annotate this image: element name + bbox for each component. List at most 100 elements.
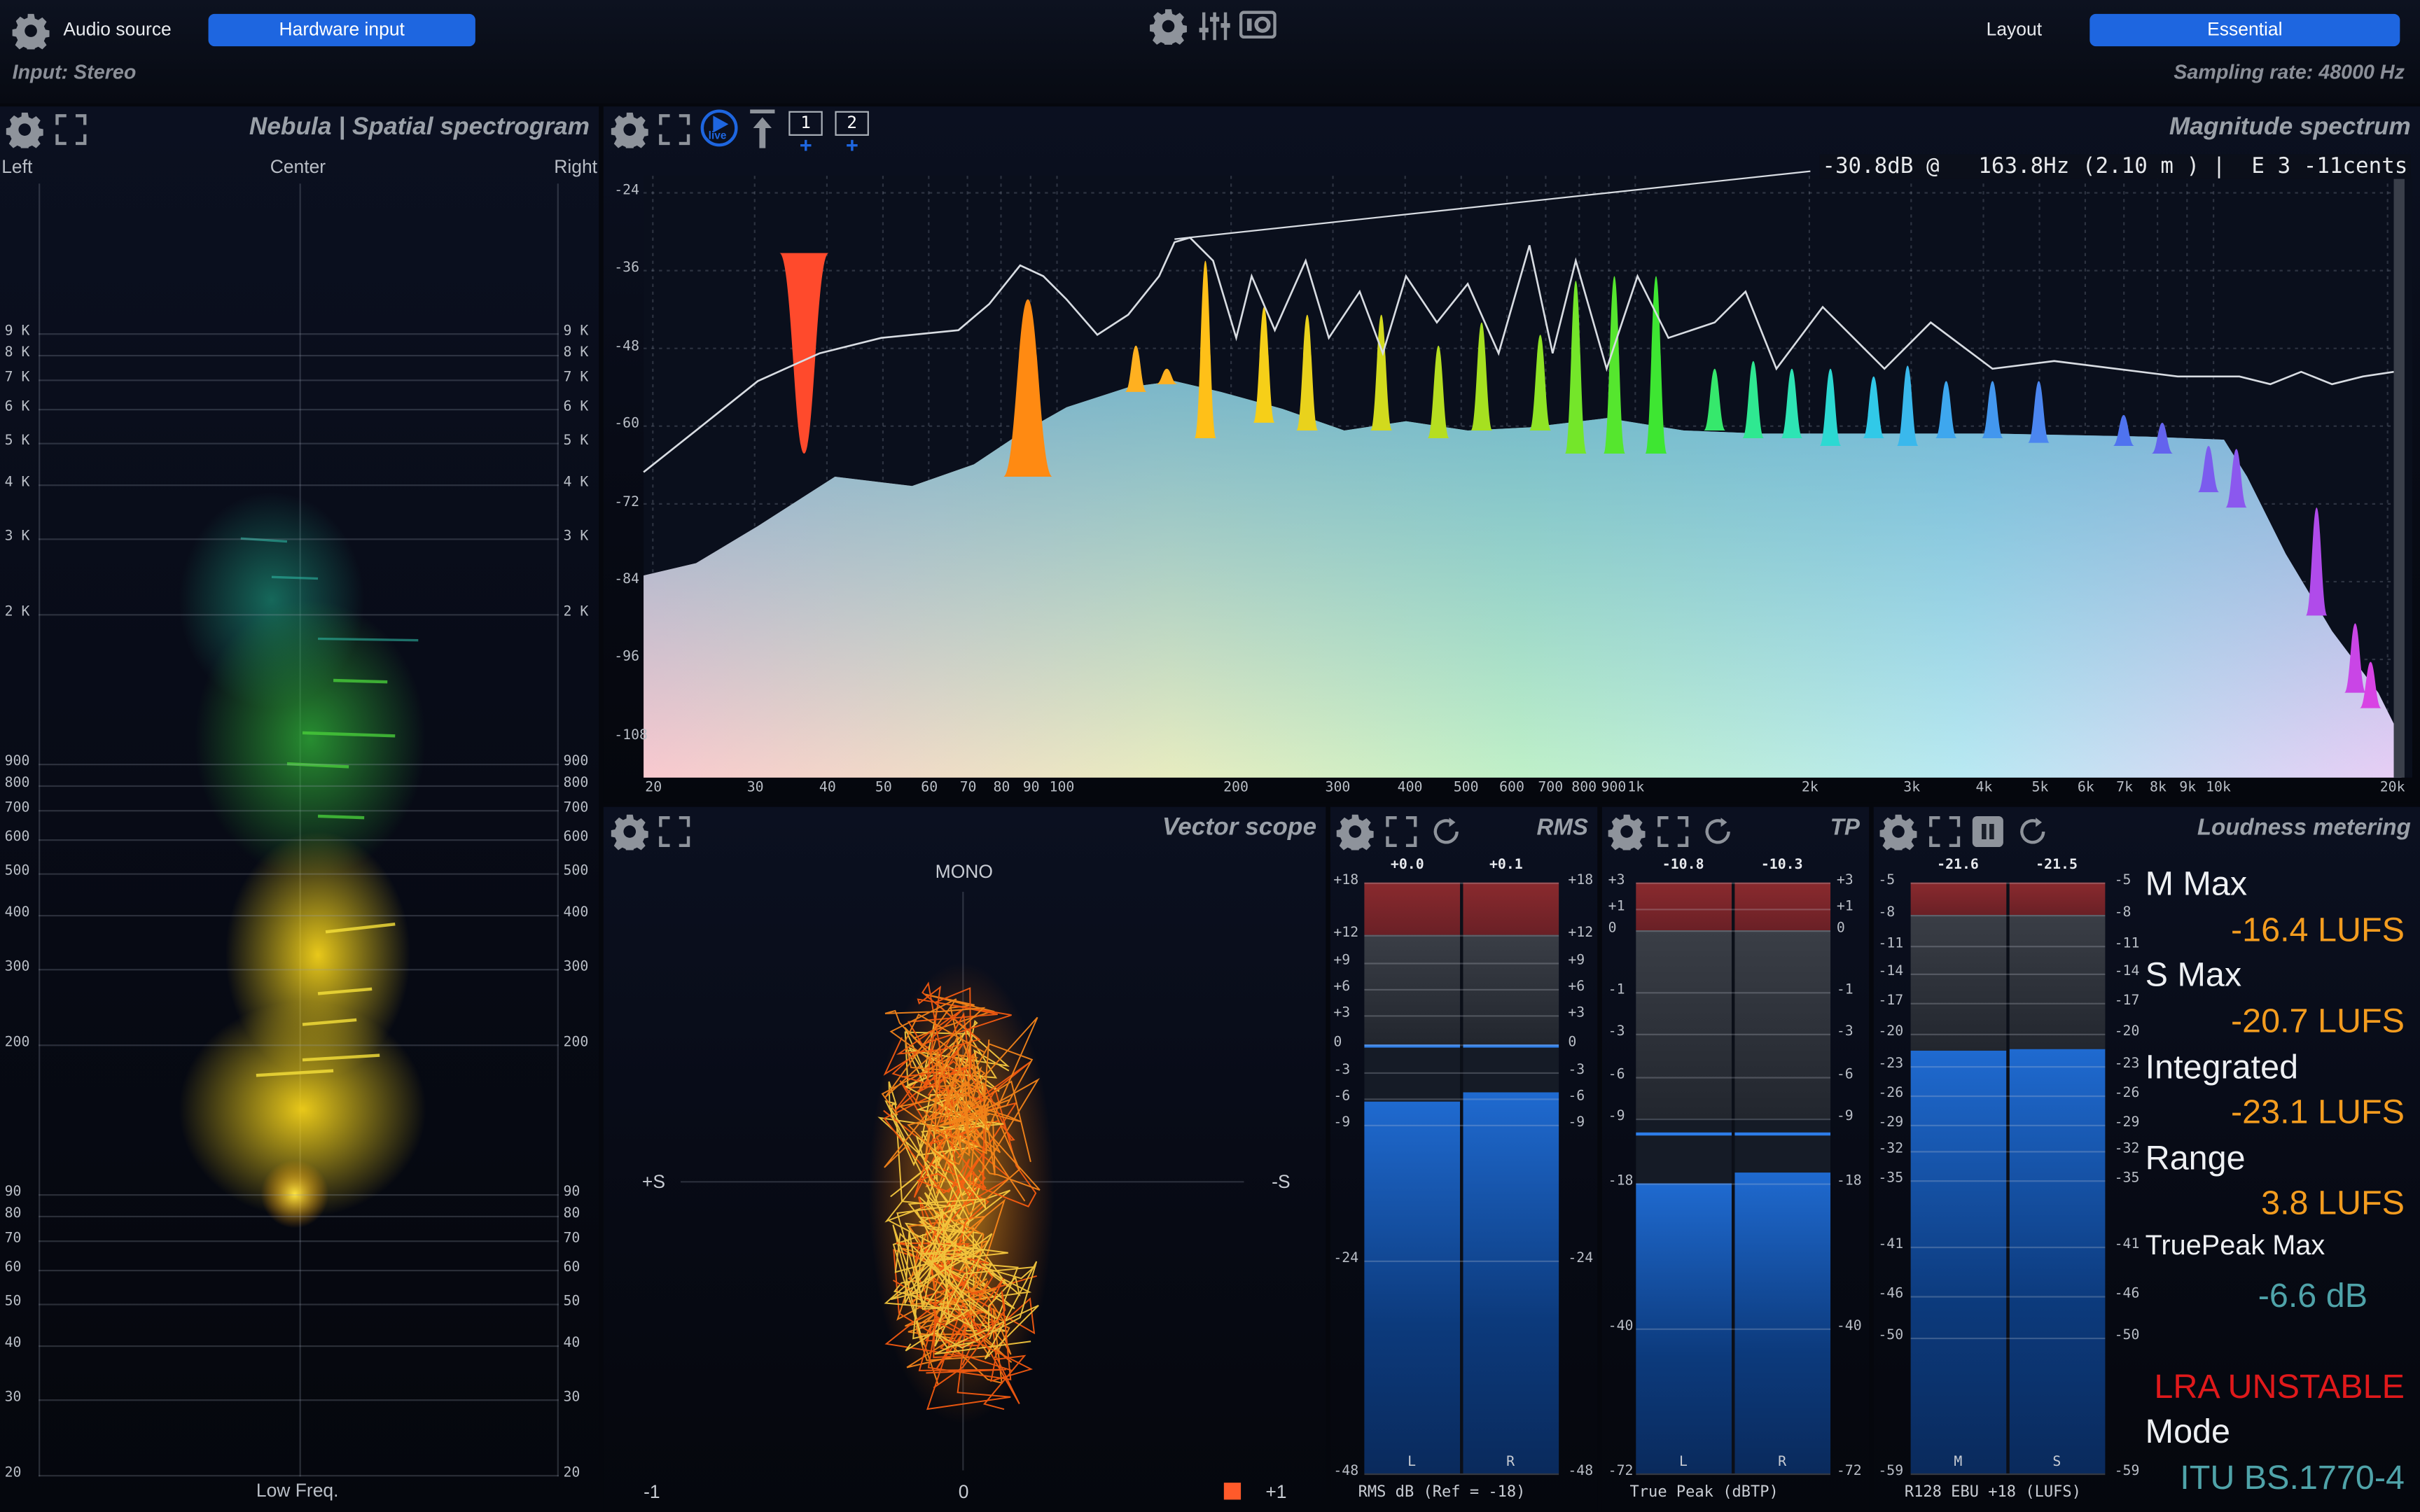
mode-label: Mode (2145, 1411, 2231, 1450)
meter-scale-left: -11 (1878, 937, 1904, 953)
meter-grid-line (1364, 1044, 1559, 1047)
vectorscope-plot (680, 891, 1244, 1500)
meter-bar-right (2009, 1049, 2106, 1474)
spectrum-x-tick: 700 (1538, 780, 1564, 797)
nebula-grid-line (39, 1044, 559, 1046)
nebula-center-label: Center (270, 155, 326, 178)
meter-scale-left: -6 (1608, 1068, 1625, 1084)
nebula-freq-label-right: 70 (563, 1231, 580, 1247)
m-max-label: M Max (2145, 864, 2248, 903)
nebula-freq-label-left: 3 K (4, 528, 30, 545)
meter-scale-left: -14 (1878, 965, 1904, 981)
integrated-value: -23.1 LUFS (2230, 1092, 2405, 1131)
nebula-freq-label-right: 60 (563, 1260, 580, 1276)
nebula-settings-icon[interactable] (6, 111, 43, 148)
meter-scale-right: -17 (2114, 993, 2140, 1009)
meter-scale-left: -23 (1878, 1056, 1904, 1072)
meter-grid-line (1364, 962, 1559, 964)
meter-scale-right: +6 (1568, 979, 1585, 995)
meter-scale-right: -50 (2114, 1328, 2140, 1344)
meter-scale-right: -18 (1836, 1175, 1862, 1191)
nebula-freq-label-right: 3 K (563, 528, 589, 545)
nebula-left-label: Left (1, 155, 33, 178)
nebula-grid-line (39, 1475, 559, 1477)
meter-scale-left: -24 (1333, 1251, 1359, 1267)
meter-scale-left: -48 (1333, 1464, 1359, 1480)
spectrum-x-tick: 20 (645, 780, 662, 797)
meter-scale-right: -8 (2114, 905, 2132, 921)
meter-scale-left: +12 (1333, 926, 1359, 942)
nebula-freq-label-left: 200 (4, 1035, 30, 1051)
meter-scale-left: +6 (1333, 979, 1351, 995)
meter-scale-left: -9 (1333, 1115, 1351, 1131)
layout-dropdown[interactable]: Essential (2089, 13, 2400, 47)
meter-scale-left: -32 (1878, 1142, 1904, 1158)
meter-scale-right: -32 (2114, 1142, 2140, 1158)
meter-peak-left: +0.0 (1390, 858, 1424, 874)
nebula-freq-label-right: 7 K (563, 370, 589, 386)
meter-grid-line (1364, 1124, 1559, 1127)
meter-grid-line (1364, 1071, 1559, 1074)
meter-grid-line (1636, 1119, 1831, 1121)
meter-scale-left: -8 (1878, 905, 1896, 921)
meter-scale-right: -3 (1568, 1062, 1585, 1078)
spectrum-x-tick: 900 (1601, 780, 1627, 797)
nebula-freq-label-right: 200 (563, 1035, 589, 1051)
meter-peak-right: +0.1 (1489, 858, 1523, 874)
nebula-grid-line (39, 614, 559, 616)
meter-channel-left: L (1679, 1455, 1688, 1471)
spectrum-x-tick: 60 (921, 780, 938, 797)
audio-source-dropdown[interactable]: Hardware input (208, 13, 475, 47)
meter-scale-left: -72 (1608, 1464, 1634, 1480)
meter-scale-right: -14 (2114, 965, 2140, 981)
m-max-value: -16.4 LUFS (2230, 910, 2405, 949)
meter-scale-left: -1 (1608, 982, 1625, 998)
spectrum-x-tick: 100 (1049, 780, 1075, 797)
nebula-spectrogram (179, 492, 426, 1228)
meter-scale-right: -9 (1568, 1115, 1585, 1131)
spectrum-x-tick: 1k (1627, 780, 1645, 797)
nebula-grid-line (39, 1303, 559, 1306)
nebula-freq-label-left: 400 (4, 905, 30, 921)
nebula-expand-icon[interactable] (54, 113, 88, 146)
meter-scale-right: -9 (1836, 1110, 1854, 1126)
mixer-sliders-icon[interactable] (1197, 9, 1231, 43)
meter-scale-left: +1 (1608, 899, 1625, 916)
meter-grid-line (1910, 1181, 2106, 1183)
meter-footer: R128 EBU +18 (LUFS) (1904, 1484, 2081, 1502)
meter-grid-line (1910, 974, 2106, 976)
meter-scale-left: -50 (1878, 1328, 1904, 1344)
spectrum-x-tick: 200 (1223, 780, 1249, 797)
nebula-freq-label-right: 90 (563, 1184, 580, 1200)
nebula-grid-line (39, 839, 559, 841)
sampling-rate: Sampling rate: 48000 Hz (2174, 59, 2405, 84)
nebula-freq-label-right: 50 (563, 1294, 580, 1310)
rms-panel: RMS +18 +18 +12 +12 +9 +9 +6 +6 +3 +3 0 0 -3 -3 -6 -6 -9… (1330, 806, 1598, 1512)
spectrum-y-tick: -108 (614, 727, 648, 743)
meter-scale-right: -6 (1568, 1088, 1585, 1105)
meter-channel-left: L (1407, 1455, 1417, 1471)
global-settings-icon[interactable] (1150, 8, 1187, 45)
meter-peak-right: -10.3 (1760, 858, 1803, 874)
io-icon[interactable] (1239, 10, 1277, 39)
meter-divider (2006, 882, 2010, 1474)
truepeak-max-value: -6.6 dB (2258, 1275, 2368, 1315)
tp-meter: +3 +3 +1 +1 0 0 -1 -1 -3 -3 -6 -6 -9 -9 -18 -18 -40 -40 -7… (1602, 807, 1869, 1512)
meter-grid-line (1910, 1337, 2106, 1339)
meter-grid-line (1636, 1329, 1831, 1331)
meter-grid-line (1364, 935, 1559, 937)
nebula-grid-line (39, 408, 559, 411)
spectrum-y-tick: -48 (614, 339, 640, 355)
spectrum-x-tick: 70 (959, 780, 977, 797)
meter-scale-left: +18 (1333, 873, 1359, 889)
nebula-grid-line (39, 442, 559, 444)
settings-gear-icon[interactable] (12, 13, 50, 50)
meter-scale-left: -46 (1878, 1287, 1904, 1303)
spectrum-x-tick: 50 (875, 780, 892, 797)
meter-grid-line (1636, 1032, 1831, 1035)
meter-scale-right: -11 (2114, 937, 2140, 953)
nebula-grid-line (39, 785, 559, 788)
spectrum-panel: live 1 + 2 + Magnitude spectrum -30.8dB … (603, 106, 2420, 803)
nebula-grid-line (39, 354, 559, 357)
meter-scale-left: -35 (1878, 1171, 1904, 1187)
